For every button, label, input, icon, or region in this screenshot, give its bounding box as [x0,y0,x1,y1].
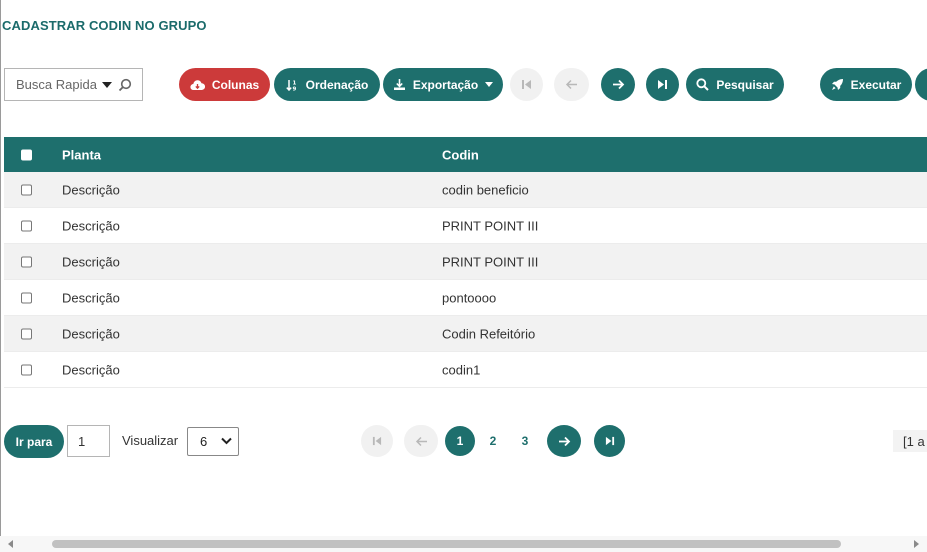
table-header: Planta Codin [4,137,927,172]
cell-planta: Descrição [62,218,120,233]
select-all-checkbox[interactable] [21,149,32,160]
columns-button[interactable]: Colunas [179,68,270,101]
scrollbar-thumb[interactable] [52,540,841,548]
cell-codin: PRINT POINT III [442,254,539,269]
table-row[interactable]: Descrição pontoooo [4,280,927,316]
page-size-select[interactable]: 6 [187,427,239,456]
pager-previous-button[interactable] [404,425,438,457]
arrow-left-icon [415,436,427,446]
scroll-left-icon[interactable] [8,540,13,548]
first-page-button[interactable] [510,68,543,101]
row-checkbox[interactable] [21,292,32,303]
page-number[interactable]: 2 [483,426,503,456]
quick-search-placeholder: Busca Rapida [16,77,97,92]
download-icon [393,78,406,91]
goto-page-input[interactable]: 1 [67,425,110,457]
row-checkbox[interactable] [21,184,32,195]
search-icon[interactable] [118,78,132,92]
rocket-icon [831,78,844,91]
cell-codin: Codin Refeitório [442,326,536,341]
page-number[interactable]: 3 [515,426,535,456]
page-title: CADASTRAR CODIN NO GRUPO [2,18,207,33]
header-codin[interactable]: Codin [442,147,479,162]
page-number-current[interactable]: 1 [445,426,475,456]
execute-button-label: Executar [850,77,902,92]
caret-down-icon [485,81,494,88]
cell-planta: Descrição [62,254,120,269]
extra-toolbar-button[interactable] [915,68,927,101]
arrow-right-icon [612,79,624,90]
row-checkbox[interactable] [21,220,32,231]
caret-down-icon[interactable] [102,81,112,88]
record-range-text: [1 a [893,430,927,452]
cell-planta: Descrição [62,182,120,197]
scroll-right-icon[interactable] [914,540,919,548]
table-row[interactable]: Descrição codin beneficio [4,172,927,208]
codin-table: Planta Codin Descrição codin beneficio D… [4,137,927,388]
page-size-label: Visualizar [122,433,179,448]
pager-last-button[interactable] [594,425,625,457]
search-button-label: Pesquisar [716,77,774,92]
pager-next-button[interactable] [547,425,581,457]
ordering-button[interactable]: 19 Ordenação [274,68,380,101]
sort-icon: 19 [285,79,299,91]
row-checkbox[interactable] [21,328,32,339]
cell-planta: Descrição [62,362,120,377]
table-row[interactable]: Descrição codin1 [4,352,927,388]
table-row[interactable]: Descrição Codin Refeitório [4,316,927,352]
quick-search-input[interactable]: Busca Rapida [4,68,143,101]
previous-page-button[interactable] [554,68,589,101]
cell-codin: PRINT POINT III [442,218,539,233]
cell-planta: Descrição [62,290,120,305]
first-page-icon [372,436,382,446]
export-button[interactable]: Exportação [383,68,503,101]
next-page-button[interactable] [601,68,635,101]
chevron-down-icon [221,437,232,445]
row-checkbox[interactable] [21,364,32,375]
table-row[interactable]: Descrição PRINT POINT III [4,208,927,244]
row-checkbox[interactable] [21,256,32,267]
cell-codin: pontoooo [442,290,497,305]
header-planta[interactable]: Planta [62,147,101,162]
goto-page-button[interactable]: Ir para [4,425,64,458]
table-row[interactable]: Descrição PRINT POINT III [4,244,927,280]
last-page-icon [658,80,667,89]
first-page-icon [522,80,531,89]
search-icon [696,78,710,91]
last-page-icon [605,436,614,446]
last-page-button[interactable] [646,68,679,101]
svg-text:9: 9 [292,86,296,91]
cloud-download-icon [190,79,205,91]
cell-planta: Descrição [62,326,120,341]
pager-first-button[interactable] [361,425,393,457]
search-button[interactable]: Pesquisar [686,68,784,101]
left-border [0,0,1,552]
horizontal-scrollbar[interactable] [0,536,927,552]
arrow-right-icon [558,436,570,446]
columns-button-label: Colunas [211,77,260,92]
export-button-label: Exportação [412,77,479,92]
ordering-button-label: Ordenação [305,77,369,92]
arrow-left-icon [565,79,577,90]
page-size-value: 6 [200,434,208,449]
execute-button[interactable]: Executar [820,68,912,101]
cell-codin: codin1 [442,362,481,377]
cell-codin: codin beneficio [442,182,529,197]
